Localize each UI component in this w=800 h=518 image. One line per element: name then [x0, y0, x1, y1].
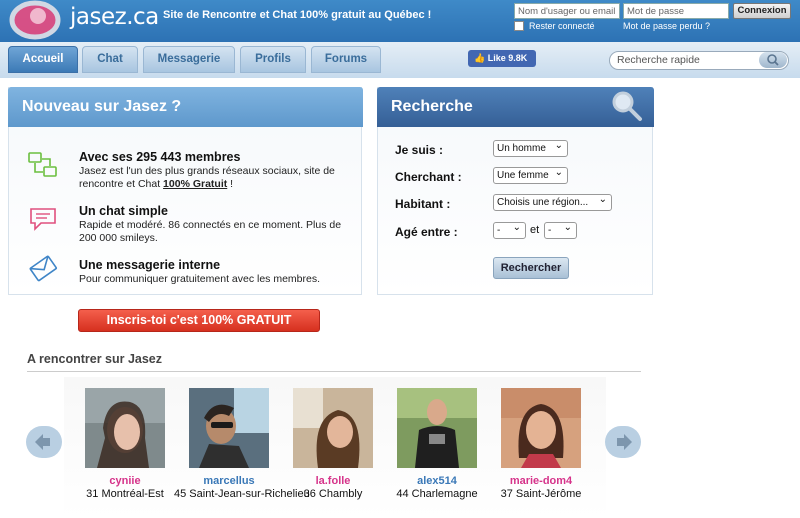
profile-photo[interactable]: [85, 388, 165, 468]
signup-button[interactable]: Inscris-toi c'est 100% GRATUIT: [78, 309, 320, 332]
recherche-panel: Recherche Je suis : Un homme Cherchant :…: [377, 87, 654, 295]
cherchant-label: Cherchant :: [395, 170, 462, 184]
habitant-label: Habitant :: [395, 197, 451, 211]
feature-title-messagerie: Une messagerie interne: [79, 258, 221, 272]
age-label: Agé entre :: [395, 225, 458, 239]
profile-name[interactable]: alex514: [382, 475, 492, 487]
gratuit-emphasis: 100% Gratuit: [163, 178, 228, 190]
profile-name[interactable]: la.folle: [278, 475, 388, 487]
age-max-select[interactable]: -: [544, 220, 577, 239]
logo-globe-icon: [9, 0, 61, 40]
tab-profils[interactable]: Profils: [240, 46, 306, 73]
logo-text: jasez.ca: [70, 4, 159, 30]
search-magnifier-icon: [612, 91, 642, 121]
tab-messagerie[interactable]: Messagerie: [143, 46, 235, 73]
chat-network-icon: [28, 152, 57, 177]
header-bar: jasez.ca Site de Rencontre et Chat 100% …: [0, 0, 800, 42]
forgot-password-link[interactable]: Mot de passe perdu ?: [623, 21, 710, 31]
nouveau-panel: Nouveau sur Jasez ? Avec ses 295 443 mem…: [8, 87, 363, 295]
arrow-left-icon: [35, 434, 50, 450]
profile-card[interactable]: marie-dom4 37 Saint-Jérôme: [486, 388, 596, 501]
like-label: Like 9.8K: [487, 53, 528, 63]
profile-card[interactable]: alex514 44 Charlemagne: [382, 388, 492, 501]
rechercher-button[interactable]: Rechercher: [493, 257, 569, 279]
quick-search-button[interactable]: [759, 52, 787, 68]
profile-photo[interactable]: [397, 388, 477, 468]
je-suis-label: Je suis :: [395, 143, 444, 157]
site-tagline: Site de Rencontre et Chat 100% gratuit a…: [163, 9, 432, 21]
age-min-select[interactable]: -: [493, 220, 526, 239]
speech-bubble-icon: [30, 208, 56, 231]
username-input[interactable]: Nom d'usager ou email: [514, 3, 620, 19]
feature-text-membres: Jasez est l'un des plus grands réseaux s…: [79, 165, 335, 190]
profile-name[interactable]: marcellus: [174, 475, 284, 487]
profile-info: 44 Charlemagne: [396, 488, 478, 500]
profile-card[interactable]: la.folle 36 Chambly: [278, 388, 388, 501]
remember-label: Rester connecté: [529, 21, 595, 31]
profile-photo[interactable]: [189, 388, 269, 468]
thumbs-up-icon: 👍: [474, 53, 486, 63]
profile-info: 45 Saint-Jean-sur-Richelieu: [174, 488, 310, 500]
feature-text-messagerie: Pour communiquer gratuitement avec les m…: [79, 273, 321, 285]
profile-info: 31 Montréal-Est: [86, 488, 164, 500]
tab-forums[interactable]: Forums: [311, 46, 381, 73]
feature-title-membres: Avec ses 295 443 membres: [79, 150, 241, 164]
tab-chat[interactable]: Chat: [82, 46, 138, 73]
profile-info: 37 Saint-Jérôme: [500, 488, 582, 500]
recherche-title: Recherche: [377, 87, 654, 127]
profile-photo[interactable]: [293, 388, 373, 468]
password-input[interactable]: Mot de passe: [623, 3, 729, 19]
carousel-prev-button[interactable]: [26, 426, 62, 458]
facebook-like-button[interactable]: 👍 Like 9.8K: [468, 50, 536, 67]
magnifier-icon: [767, 54, 779, 66]
age-and-label: et: [530, 224, 540, 236]
nouveau-title: Nouveau sur Jasez ?: [8, 87, 363, 127]
profile-info: 36 Chambly: [303, 488, 363, 500]
rencontrer-title: A rencontrer sur Jasez: [27, 352, 163, 366]
feature-text-chat: Rapide et modéré. 86 connectés en ce mom…: [79, 219, 342, 244]
cherchant-select[interactable]: Une femme: [493, 165, 568, 184]
arrow-right-icon: [617, 434, 632, 450]
envelope-icon: [29, 255, 58, 282]
profile-card[interactable]: marcellus 45 Saint-Jean-sur-Richelieu: [174, 388, 310, 501]
region-select[interactable]: Choisis une région...: [493, 192, 612, 211]
profile-photo[interactable]: [501, 388, 581, 468]
je-suis-select[interactable]: Un homme: [493, 138, 568, 157]
carousel-next-button[interactable]: [605, 426, 641, 458]
site-logo[interactable]: jasez.ca: [8, 0, 159, 40]
profile-name[interactable]: marie-dom4: [486, 475, 596, 487]
login-button[interactable]: Connexion: [733, 3, 791, 19]
divider: [27, 371, 641, 372]
feature-title-chat: Un chat simple: [79, 204, 168, 218]
tab-accueil[interactable]: Accueil: [8, 46, 78, 73]
profile-card[interactable]: cyniie 31 Montréal-Est: [70, 388, 180, 501]
remember-checkbox[interactable]: [514, 21, 524, 31]
profile-name[interactable]: cyniie: [70, 475, 180, 487]
